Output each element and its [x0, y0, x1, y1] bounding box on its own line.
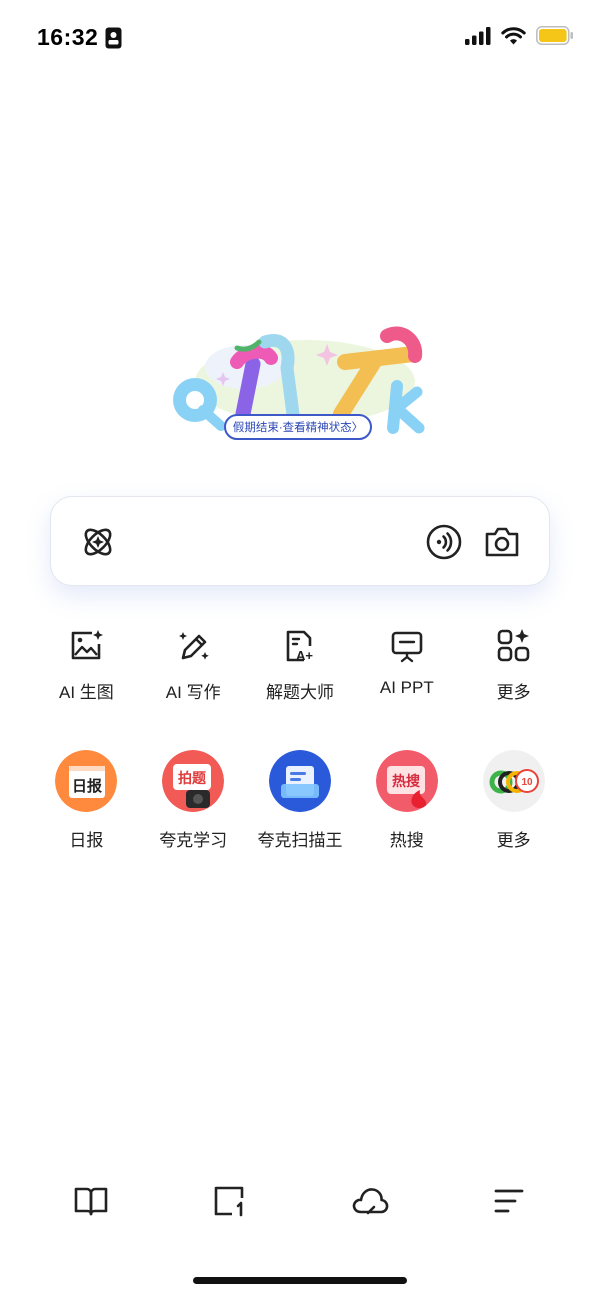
app-scanner[interactable]: 夸克扫描王 — [247, 750, 354, 851]
tabs-icon — [214, 1186, 244, 1217]
tool-label: AI 写作 — [165, 683, 221, 702]
svg-text:A+: A+ — [296, 648, 313, 663]
doc-a-plus-icon: A+ — [286, 630, 313, 663]
tool-label: 解题大师 — [265, 683, 334, 702]
voice-icon[interactable] — [425, 523, 463, 561]
status-time: 16:32 — [37, 24, 99, 50]
tool-more[interactable]: 更多 — [460, 626, 567, 703]
nav-book[interactable] — [66, 1176, 116, 1226]
app-row: 日报 日报 拍题 夸克学习 夸克扫描王 热搜 热搜 10 更多 — [33, 750, 567, 851]
presentation-icon — [391, 631, 423, 663]
image-sparkle-icon — [72, 630, 104, 660]
hot-search-badge-text: 热搜 — [392, 773, 421, 789]
bottom-nav — [0, 1176, 600, 1226]
app-hot-search[interactable]: 热搜 热搜 — [353, 750, 460, 851]
search-box[interactable] — [50, 496, 550, 586]
hot-search-icon: 热搜 — [375, 750, 438, 812]
signal-icon — [465, 26, 491, 45]
nav-menu[interactable] — [484, 1176, 534, 1226]
daily-report-badge-text: 日报 — [72, 778, 102, 795]
wifi-icon — [501, 27, 526, 45]
doodle-banner[interactable]: 假期结束·查看精神状态〉 — [224, 414, 372, 440]
quark-learn-badge-text: 拍题 — [178, 770, 207, 786]
tool-ai-image[interactable]: AI 生图 — [33, 626, 140, 703]
tool-problem-solver[interactable]: A+ 解题大师 — [247, 626, 354, 703]
book-icon — [74, 1187, 108, 1216]
grid-sparkle-icon — [497, 629, 529, 662]
app-quark-learn[interactable]: 拍题 夸克学习 — [140, 750, 247, 851]
cloud-icon — [352, 1188, 389, 1215]
ai-atom-icon[interactable] — [79, 523, 117, 561]
more-apps-icon: 10 — [482, 750, 545, 812]
daily-report-icon: 日报 — [55, 750, 118, 812]
tool-label: AI PPT — [379, 678, 434, 697]
nav-tabs[interactable] — [205, 1176, 255, 1226]
tool-label: AI 生图 — [59, 683, 114, 702]
tool-row: AI 生图 AI 写作 A+ 解题大师 AI PPT 更多 — [33, 626, 567, 703]
quark-learn-icon: 拍题 — [162, 750, 225, 812]
id-card-icon — [105, 27, 122, 49]
menu-icon — [494, 1189, 524, 1213]
app-label: 夸克学习 — [159, 831, 228, 850]
more-apps-badge-text: 10 — [521, 777, 533, 788]
nav-cloud[interactable] — [345, 1176, 395, 1226]
home-indicator[interactable] — [193, 1277, 407, 1284]
app-label: 夸克扫描王 — [257, 831, 343, 850]
app-label: 热搜 — [389, 831, 424, 850]
app-label: 更多 — [496, 831, 531, 850]
scanner-icon — [268, 750, 331, 812]
tool-label: 更多 — [496, 683, 531, 702]
pen-sparkle-icon — [179, 632, 209, 660]
camera-icon[interactable] — [483, 524, 521, 560]
app-more[interactable]: 10 更多 — [460, 750, 567, 851]
app-label: 日报 — [69, 831, 104, 850]
app-daily-report[interactable]: 日报 日报 — [33, 750, 140, 851]
tool-ai-writing[interactable]: AI 写作 — [140, 626, 247, 703]
status-bar: 16:32 — [0, 0, 600, 78]
battery-icon — [536, 26, 573, 45]
tool-ai-ppt[interactable]: AI PPT — [353, 626, 460, 703]
